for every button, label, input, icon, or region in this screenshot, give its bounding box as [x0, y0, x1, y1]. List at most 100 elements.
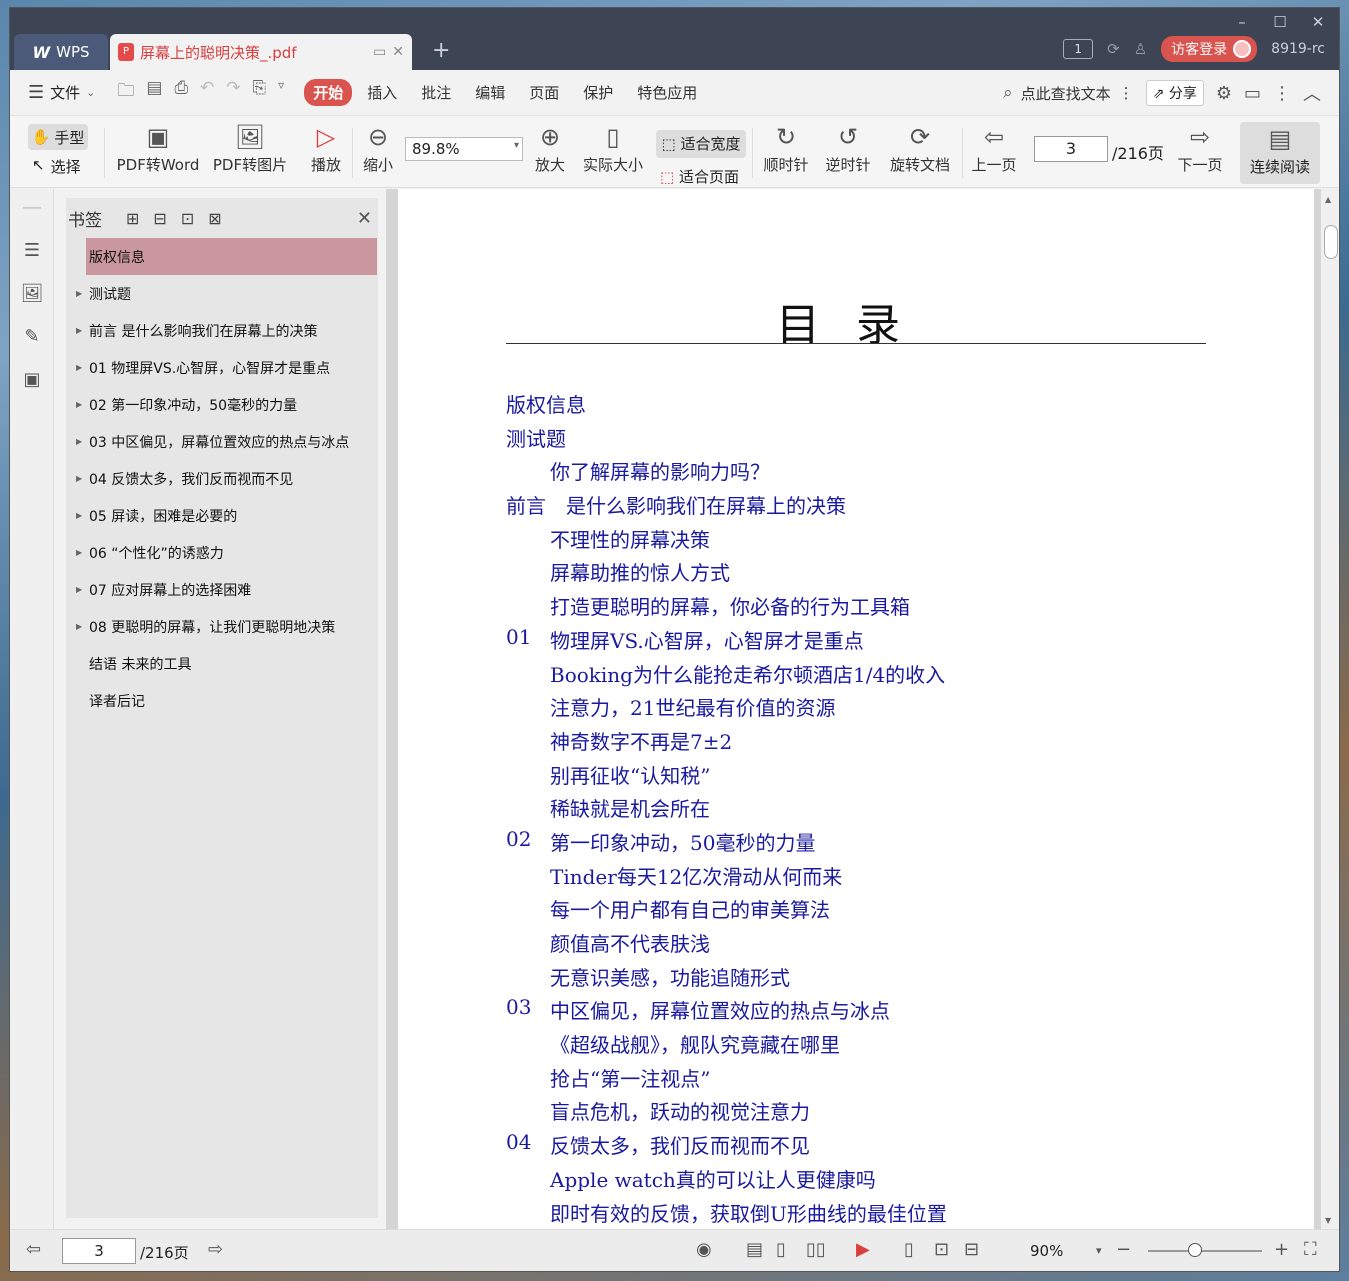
shirt-icon[interactable]: ♙	[1134, 40, 1147, 58]
open-folder-icon[interactable]: 🗀	[117, 78, 134, 107]
fit-page-button[interactable]: ⬚ 适合页面	[660, 166, 739, 187]
bookmark-item[interactable]: ▶ 06 “个性化”的诱惑力	[66, 534, 378, 571]
toc-entry[interactable]: 前言 是什么影响我们在屏幕上的决策	[506, 490, 1206, 524]
fit-page-status-icon[interactable]: ⊡	[934, 1239, 949, 1260]
toc-entry[interactable]: 01 物理屏VS.心智屏，心智屏才是重点	[506, 625, 1206, 659]
toc-entry[interactable]: 注意力，21世纪最有价值的资源	[506, 692, 1206, 726]
scroll-down-icon[interactable]: ▼	[1325, 1216, 1331, 1225]
rotate-clockwise-button[interactable]: ↻ 顺时针	[758, 120, 814, 175]
menu-features[interactable]: 特色应用	[628, 79, 706, 106]
toc-entry[interactable]: 稀缺就是机会所在	[506, 793, 1206, 827]
eye-icon[interactable]: ◉	[696, 1239, 712, 1260]
redo-icon[interactable]: ↷	[226, 78, 240, 107]
toc-entry[interactable]: 《超级战舰》，舰队究竟藏在哪里	[506, 1029, 1206, 1063]
bookmark-item[interactable]: ▶ 08 更聪明的屏幕，让我们更聪明地决策	[66, 608, 378, 645]
annotation-icon[interactable]: ✎	[10, 326, 54, 347]
scroll-thumb[interactable]	[1324, 225, 1338, 259]
more-dropdown-icon[interactable]: ▿	[278, 78, 284, 107]
zoom-slider-knob[interactable]	[1188, 1243, 1202, 1257]
toc-entry[interactable]: 无意识美感，功能追随形式	[506, 962, 1206, 996]
window-count-badge[interactable]: 1	[1063, 39, 1094, 59]
export-icon[interactable]: ⎘	[253, 78, 267, 107]
collapse-bookmark-icon[interactable]: ⊟	[153, 209, 166, 228]
pdf-to-image-button[interactable]: 🖼 PDF转图片	[212, 120, 288, 175]
status-page-input[interactable]: 3	[62, 1238, 136, 1264]
collapse-ribbon-icon[interactable]: ︿	[1303, 80, 1321, 106]
toc-entry[interactable]: 颜值高不代表肤浅	[506, 928, 1206, 962]
toc-entry[interactable]: 03 中区偏见，屏幕位置效应的热点与冰点	[506, 995, 1206, 1029]
sync-icon[interactable]: ⟳	[1107, 40, 1120, 58]
toc-entry[interactable]: Tinder每天12亿次滑动从何而来	[506, 861, 1206, 895]
scroll-up-icon[interactable]: ▲	[1325, 195, 1331, 204]
status-zoom-value[interactable]: 90%	[1030, 1242, 1063, 1260]
single-page-icon[interactable]: ▤	[746, 1239, 763, 1260]
toc-entry[interactable]: 即时有效的反馈，获取倒U形曲线的最佳位置	[506, 1198, 1206, 1230]
file-menu[interactable]: ☰ 文件 ⌄	[28, 82, 95, 103]
toc-entry[interactable]: 02 第一印象冲动，50毫秒的力量	[506, 827, 1206, 861]
undo-icon[interactable]: ↶	[200, 78, 214, 107]
share-button[interactable]: ⇗ 分享	[1145, 80, 1204, 106]
menu-protect[interactable]: 保护	[574, 79, 622, 106]
more-vert-icon[interactable]: ⋮	[1119, 84, 1134, 102]
toc-entry[interactable]: 抢占“第一注视点”	[506, 1063, 1206, 1097]
toc-entry[interactable]: 盲点危机，跃动的视觉注意力	[506, 1096, 1206, 1130]
pdf-to-word-button[interactable]: ▣ PDF转Word	[112, 120, 204, 175]
zoom-out-button[interactable]: ⊖ 缩小	[358, 120, 398, 175]
toc-entry[interactable]: 别再征收“认知税”	[506, 760, 1206, 794]
bookmark-item[interactable]: ▶ 07 应对屏幕上的选择困难	[66, 571, 378, 608]
expand-arrow-icon[interactable]: ▶	[76, 326, 82, 335]
expand-arrow-icon[interactable]: ▶	[76, 437, 82, 446]
bookmark-settings-icon[interactable]: ⊠	[208, 209, 221, 228]
expand-bookmark-icon[interactable]: ⊡	[181, 209, 194, 228]
toc-entry[interactable]: 屏幕助推的惊人方式	[506, 557, 1206, 591]
actual-size-status-icon[interactable]: ▯	[904, 1239, 914, 1260]
bookmark-item[interactable]: ▶ 前言 是什么影响我们在屏幕上的决策	[66, 312, 378, 349]
toc-entry[interactable]: 神奇数字不再是7±2	[506, 726, 1206, 760]
bookmark-item[interactable]: 版权信息	[86, 238, 377, 275]
fullscreen-icon[interactable]: ⛶	[1304, 1239, 1317, 1260]
expand-arrow-icon[interactable]: ▶	[76, 622, 82, 631]
zoom-select[interactable]: 89.8%	[405, 137, 523, 161]
monitor-icon[interactable]: ▭	[373, 44, 386, 60]
page-number-input[interactable]: 3	[1034, 136, 1108, 162]
bookmark-item[interactable]: ▶ 测试题	[66, 275, 378, 312]
play-button[interactable]: ▷ 播放	[306, 120, 346, 175]
toc-entry[interactable]: 不理性的屏幕决策	[506, 524, 1206, 558]
menu-insert[interactable]: 插入	[358, 79, 406, 106]
maximize-icon[interactable]: ☐	[1267, 12, 1293, 32]
continuous-page-icon[interactable]: ▯	[776, 1239, 786, 1260]
save-icon[interactable]: ▤	[146, 78, 162, 107]
add-bookmark-icon[interactable]: ⊞	[126, 209, 139, 228]
close-tab-icon[interactable]: ✕	[392, 44, 404, 60]
comment-icon[interactable]: ▭	[1244, 83, 1261, 104]
prev-page-icon[interactable]: ⇦	[26, 1239, 41, 1260]
thumbnail-icon[interactable]: 🖼	[10, 283, 54, 304]
bookmark-item[interactable]: 译者后记	[66, 682, 378, 719]
bookmark-item[interactable]: ▶ 05 屏读，困难是必要的	[66, 497, 378, 534]
tab-document[interactable]: P 屏幕上的聪明决策_.pdf ▭ ✕	[110, 34, 412, 70]
new-tab-icon[interactable]: +	[432, 38, 450, 63]
outline-icon[interactable]: ☰	[10, 240, 54, 261]
toc-entry[interactable]: 04 反馈太多，我们反而视而不见	[506, 1130, 1206, 1164]
toc-entry[interactable]: Booking为什么能抢走希尔顿酒店1/4的收入	[506, 659, 1206, 693]
dual-page-icon[interactable]: ▯▯	[806, 1239, 826, 1260]
bookmark-item[interactable]: ▶ 02 第一印象冲动，50毫秒的力量	[66, 386, 378, 423]
vertical-scrollbar[interactable]: ▲ ▼	[1321, 189, 1339, 1229]
menu-edit[interactable]: 编辑	[466, 79, 514, 106]
continuous-read-button[interactable]: ▤ 连续阅读	[1240, 122, 1320, 184]
search-text-button[interactable]: ⌕ 点此查找文本 ⋮	[1003, 83, 1134, 104]
rotate-document-button[interactable]: ⟳ 旋转文档	[884, 120, 956, 175]
minimize-icon[interactable]: –	[1229, 12, 1255, 32]
play-slideshow-icon[interactable]: ▶	[856, 1239, 870, 1260]
toc-entry[interactable]: Apple watch真的可以让人更健康吗	[506, 1164, 1206, 1198]
toc-entry[interactable]: 每一个用户都有自己的审美算法	[506, 894, 1206, 928]
expand-arrow-icon[interactable]: ▶	[76, 511, 82, 520]
zoom-dropdown-icon[interactable]: ▾	[1096, 1244, 1102, 1257]
expand-arrow-icon[interactable]: ▶	[76, 400, 82, 409]
zoom-plus-icon[interactable]: +	[1274, 1239, 1289, 1260]
toc-entry[interactable]: 你了解屏幕的影响力吗？	[506, 456, 1206, 490]
login-button[interactable]: 访客登录	[1161, 36, 1258, 62]
actual-size-button[interactable]: ▯ 实际大小	[580, 120, 646, 175]
hand-tool-button[interactable]: ✋ 手型	[28, 124, 88, 150]
bookmark-item[interactable]: ▶ 01 物理屏VS.心智屏，心智屏才是重点	[66, 349, 378, 386]
